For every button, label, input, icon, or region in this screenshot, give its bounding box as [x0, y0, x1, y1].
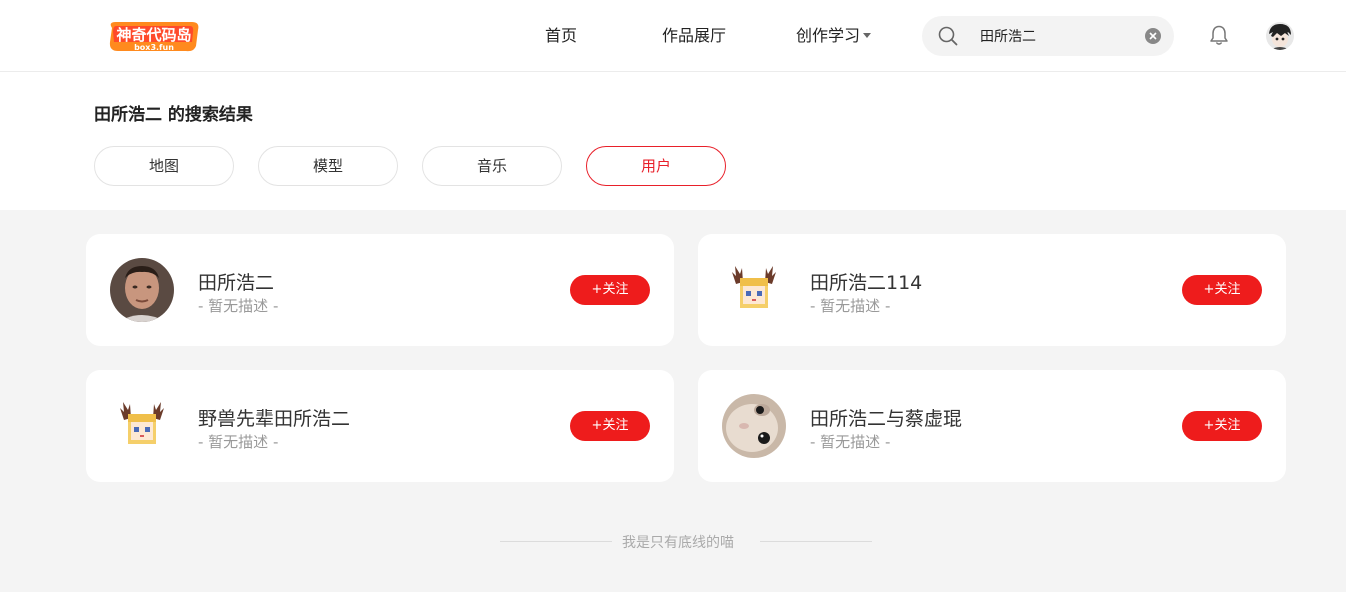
search-icon[interactable] [938, 26, 958, 46]
footer-divider-right [760, 541, 872, 542]
tab-user[interactable]: 用户 [586, 146, 726, 186]
tab-map[interactable]: 地图 [94, 146, 234, 186]
nav-learn-label: 创作学习 [796, 26, 861, 45]
user-card[interactable]: 田所浩二与蔡虚琨 - 暂无描述 - +关注 [698, 370, 1286, 482]
search-box [922, 16, 1174, 56]
user-card-name[interactable]: 田所浩二与蔡虚琨 [810, 404, 962, 431]
user-card[interactable]: 野兽先辈田所浩二 - 暂无描述 - +关注 [86, 370, 674, 482]
follow-button[interactable]: +关注 [570, 275, 650, 305]
nav-gallery[interactable]: 作品展厅 [662, 22, 726, 46]
nav-learn[interactable]: 创作学习 [796, 22, 872, 46]
user-card-avatar[interactable] [110, 258, 174, 322]
svg-text:box3.fun: box3.fun [134, 43, 174, 52]
site-logo[interactable]: 神奇代码岛 box3.fun [106, 18, 202, 54]
user-card-avatar[interactable] [722, 258, 786, 322]
user-card-desc: - 暂无描述 - [810, 297, 891, 315]
user-card[interactable]: 田所浩二114 - 暂无描述 - +关注 [698, 234, 1286, 346]
tab-music[interactable]: 音乐 [422, 146, 562, 186]
nav-home[interactable]: 首页 [545, 22, 577, 46]
top-header: 神奇代码岛 box3.fun 首页 作品展厅 创作学习 [0, 0, 1346, 72]
search-input[interactable] [980, 25, 1140, 47]
user-card-desc: - 暂无描述 - [810, 433, 891, 451]
user-card-avatar[interactable] [110, 394, 174, 458]
tab-model[interactable]: 模型 [258, 146, 398, 186]
bell-icon[interactable] [1208, 24, 1230, 46]
user-card-desc: - 暂无描述 - [198, 297, 279, 315]
user-card-name[interactable]: 田所浩二114 [810, 268, 922, 295]
follow-button[interactable]: +关注 [1182, 275, 1262, 305]
user-card-name[interactable]: 田所浩二 [198, 268, 274, 295]
user-card-desc: - 暂无描述 - [198, 433, 279, 451]
user-card-avatar[interactable] [722, 394, 786, 458]
user-card[interactable]: 田所浩二 - 暂无描述 - +关注 [86, 234, 674, 346]
svg-text:神奇代码岛: 神奇代码岛 [116, 26, 191, 44]
footer-divider-left [500, 541, 612, 542]
end-of-list-text: 我是只有底线的喵 [622, 535, 734, 551]
user-avatar[interactable] [1266, 22, 1294, 50]
chevron-down-icon [863, 32, 872, 38]
follow-button[interactable]: +关注 [570, 411, 650, 441]
follow-button[interactable]: +关注 [1182, 411, 1262, 441]
clear-icon[interactable] [1145, 28, 1161, 44]
results-title: 田所浩二 的搜索结果 [94, 105, 253, 125]
results-panel: 田所浩二 的搜索结果 地图 模型 音乐 用户 [0, 72, 1346, 210]
user-card-name[interactable]: 野兽先辈田所浩二 [198, 404, 350, 431]
